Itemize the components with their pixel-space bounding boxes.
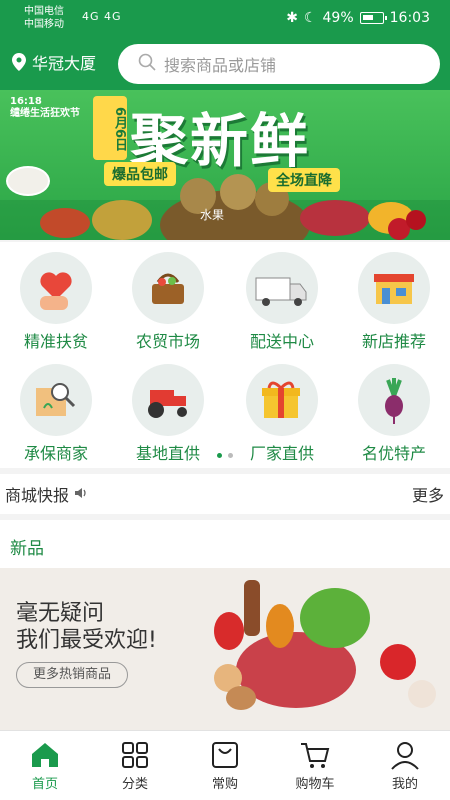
bottom-tab-bar: 首页 分类 常购 购物车 我的 [0,730,450,800]
category-farmers-market[interactable]: 农贸市场 [112,252,224,352]
location-selector[interactable]: 华冠大厦 [12,50,96,74]
durian-image [92,200,152,240]
tab-frequent[interactable]: 常购 [180,731,270,800]
meat-image [300,200,370,236]
signal-icon: 4G 4G [82,10,122,23]
banner-fruit-label: 水果 [200,208,225,222]
category-grid: 精准扶贫 农贸市场 配送中心 新店推荐 承保商家 基地直供 厂家直供 名优特产 [0,242,450,468]
tractor-icon [132,364,204,436]
cherry-image [406,210,426,230]
tab-label: 首页 [31,777,58,792]
promo-banner[interactable]: 16:18 缱绻生活狂欢节 6月6日 聚新鲜 爆品包邮 全场直降 水果 [0,90,450,240]
category-label: 精准扶贫 [23,332,88,351]
banner-promo-price-drop: 全场直降 [268,168,340,192]
tomato-image [380,644,416,680]
garlic-image [408,680,436,708]
home-icon [32,743,58,767]
new-products-banner[interactable]: 毫无疑问 我们最受欢迎! 更多热销商品 [0,568,450,730]
page-indicator [0,443,450,462]
news-more-link[interactable]: 更多 [412,482,444,506]
search-input[interactable]: 搜索商品或店铺 [118,44,440,84]
tab-label: 购物车 [295,777,335,792]
category-delivery-center[interactable]: 配送中心 [226,252,338,352]
mushroom-image [226,686,256,710]
banner-tag-line2: 缱绻生活狂欢节 [10,108,80,119]
carrier-info: 中国电信 中国移动 [24,5,64,31]
promo-headline: 毫无疑问 我们最受欢迎! [16,600,157,654]
tab-mine[interactable]: 我的 [360,731,450,800]
greens-image [300,588,370,648]
mall-news-bar[interactable]: 商城快报 更多 [0,474,450,514]
tab-category[interactable]: 分类 [90,731,180,800]
page-dot-active [217,453,222,458]
kiwi-fruit [220,174,256,210]
shrimp-plate [6,166,50,196]
banner-tag-line1: 16:18 [10,96,42,107]
page-dot [228,453,233,458]
category-poverty-relief[interactable]: 精准扶贫 [0,252,112,352]
moon-icon: ☾ [303,10,317,26]
pepper-image [266,604,294,648]
top-bar: 中国电信 中国移动 4G 4G ✱ ☾ 49% 16:03 华冠大厦 搜索商品或… [0,0,450,90]
pepper-image [214,612,244,650]
grid-icon [122,742,148,768]
user-icon [391,742,419,770]
bluetooth-icon: ✱ [286,10,298,26]
carrier-2: 中国移动 [24,19,64,30]
crab-image [40,208,90,238]
category-label: 农贸市场 [135,332,200,351]
shop-icon [358,252,430,324]
bag-icon [212,742,238,768]
truck-icon [246,252,318,324]
basket-icon [132,252,204,324]
search-icon [138,53,156,75]
radish-icon [358,364,430,436]
tab-label: 分类 [121,777,148,792]
tab-label: 常购 [211,777,238,792]
tab-label: 我的 [391,777,418,792]
category-label: 新店推荐 [361,332,426,351]
header: 华冠大厦 搜索商品或店铺 [0,38,450,90]
location-label: 华冠大厦 [32,54,97,73]
document-search-icon [20,364,92,436]
search-placeholder: 搜索商品或店铺 [164,56,277,75]
promo-line-1: 毫无疑问 [16,601,105,626]
banner-promo-free-shipping: 爆品包邮 [104,162,176,186]
tab-cart[interactable]: 购物车 [270,731,360,800]
new-products-header: 新品 [0,520,450,568]
grinder-image [244,580,260,636]
battery-percent: 49% [322,10,354,26]
more-bestsellers-button[interactable]: 更多热销商品 [16,662,128,688]
banner-event-tag: 16:18 缱绻生活狂欢节 [10,96,80,120]
battery-icon [359,12,387,24]
tab-home[interactable]: 首页 [0,731,90,800]
status-right: ✱ ☾ 49% 16:03 [286,10,430,26]
banner-date: 6月6日 [93,96,127,160]
mall-news-title: 商城快报 [5,486,70,505]
heart-hand-icon [20,252,92,324]
speaker-icon [74,485,88,504]
clock: 16:03 [389,10,430,26]
carrier-1: 中国电信 [24,6,64,17]
promo-line-2: 我们最受欢迎! [16,628,157,653]
location-pin-icon [12,53,26,71]
status-bar: 中国电信 中国移动 4G 4G ✱ ☾ 49% 16:03 [0,0,450,38]
category-label: 配送中心 [249,332,314,351]
gift-box-icon [246,364,318,436]
category-new-shops[interactable]: 新店推荐 [338,252,450,352]
new-products-title: 新品 [10,539,44,559]
cart-icon [301,743,330,768]
